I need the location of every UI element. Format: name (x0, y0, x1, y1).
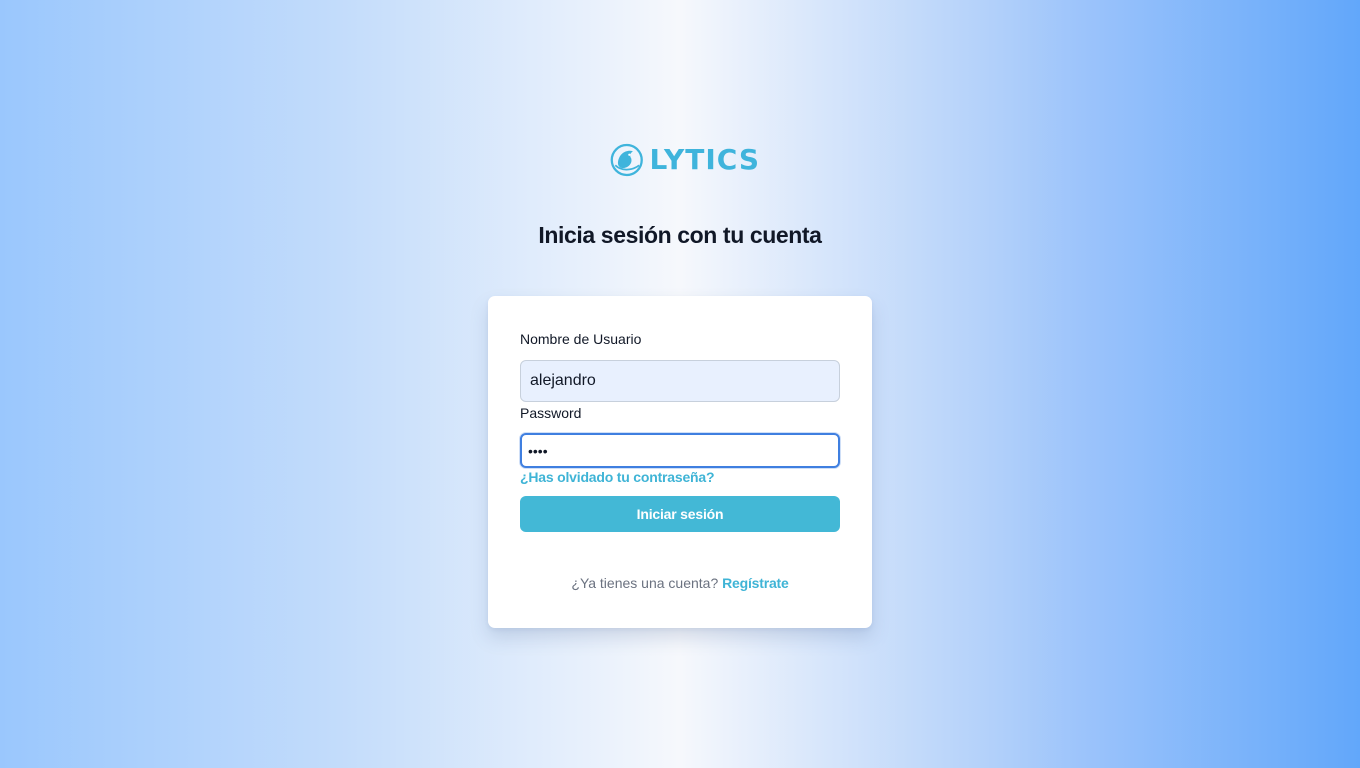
register-link[interactable]: Regístrate (722, 575, 789, 591)
username-input[interactable] (520, 360, 840, 402)
login-card: Nombre de Usuario Password ¿Has olvidado… (488, 296, 872, 628)
forgot-password-link[interactable]: ¿Has olvidado tu contraseña? (520, 469, 715, 485)
globe-bird-icon (610, 143, 643, 177)
password-label: Password (520, 405, 582, 421)
password-input[interactable] (520, 433, 840, 468)
login-button[interactable]: Iniciar sesión (520, 496, 840, 532)
brand-name: LYTICS (649, 143, 760, 176)
register-prompt-text: ¿Ya tienes una cuenta? (571, 575, 719, 591)
brand-logo: LYTICS (610, 139, 760, 181)
page-title: Inicia sesión con tu cuenta (538, 222, 822, 248)
username-label: Nombre de Usuario (520, 331, 642, 347)
register-prompt-row: ¿Ya tienes una cuenta? Regístrate (488, 575, 872, 591)
